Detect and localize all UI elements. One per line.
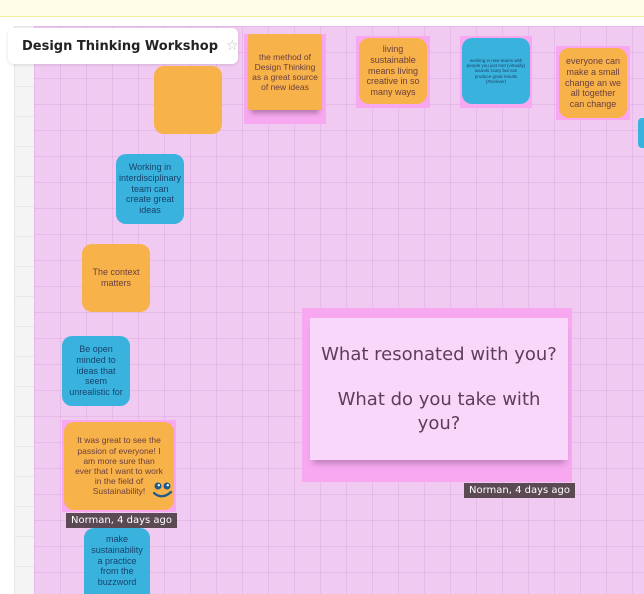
sticky-note-make-practice[interactable]: make sustainability a practice from the … xyxy=(84,528,150,594)
note-text: Be open minded to ideas that seem unreal… xyxy=(69,344,123,398)
prompt-line-2: What do you take with you? xyxy=(337,389,541,434)
star-icon[interactable]: ☆ xyxy=(226,38,239,54)
smiling-face-icon xyxy=(152,482,173,498)
comment-author-tag[interactable]: Norman, 4 days ago xyxy=(66,513,178,528)
note-text: working in new teams with people you jus… xyxy=(466,57,526,85)
sticky-note-interdisciplinary[interactable]: Working in interdisciplinary team can cr… xyxy=(116,154,184,224)
sticky-note-everyone-change[interactable]: everyone can make a small change an we a… xyxy=(559,48,627,118)
sticky-note-open-minded[interactable]: Be open minded to ideas that seem unreal… xyxy=(62,336,130,406)
note-text: make sustainability a practice from the … xyxy=(91,534,143,588)
sticky-note-method[interactable]: the method of Design Thinking as a great… xyxy=(248,34,322,110)
sticky-note-living[interactable]: living sustainable means living creative… xyxy=(359,38,427,104)
board-title[interactable]: Design Thinking Workshop xyxy=(22,39,218,54)
sticky-note-new-teams[interactable]: working in new teams with people you jus… xyxy=(462,38,530,104)
prompt-line-1: What resonated with you? xyxy=(321,343,557,365)
board-title-bar: Design Thinking Workshop ☆ xyxy=(8,28,239,64)
note-text: Working in interdisciplinary team can cr… xyxy=(119,162,182,216)
note-text: living sustainable means living creative… xyxy=(366,44,420,98)
sticky-note-empty[interactable] xyxy=(154,66,222,134)
sticky-note-partial[interactable] xyxy=(638,118,644,148)
note-text: the method of Design Thinking as a great… xyxy=(252,51,318,93)
note-text: The context matters xyxy=(92,267,140,288)
comment-author-tag[interactable]: Norman, 4 days ago xyxy=(464,483,576,498)
note-text: everyone can make a small change an we a… xyxy=(564,56,622,110)
top-bar xyxy=(0,0,644,17)
prompt-sticky-note[interactable]: What resonated with you? What do you tak… xyxy=(310,318,568,460)
sticky-note-context[interactable]: The context matters xyxy=(82,244,150,312)
